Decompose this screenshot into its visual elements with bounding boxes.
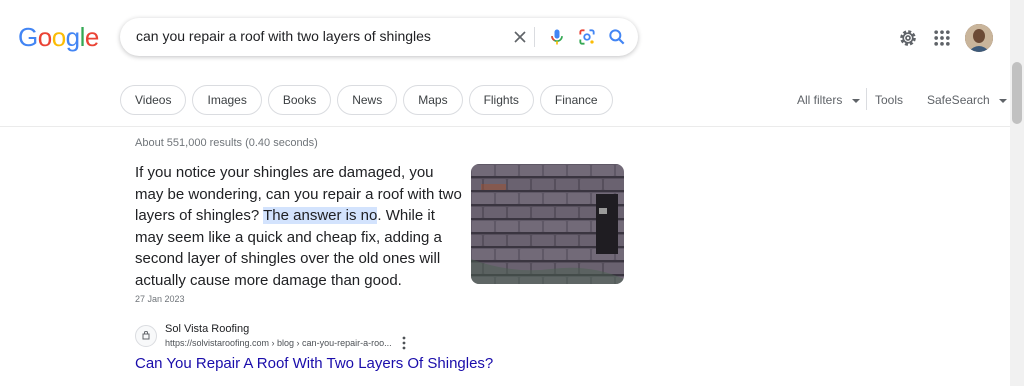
scrollbar-track[interactable] [1010,0,1024,386]
search-input[interactable]: can you repair a roof with two layers of… [136,28,431,44]
apps-grid-icon[interactable] [932,28,952,48]
safesearch-button[interactable]: SafeSearch [927,93,1008,107]
google-lens-icon[interactable] [577,27,597,47]
tools-button[interactable]: Tools [875,93,903,107]
snippet-highlight: The answer is no [263,207,378,224]
filters-divider [866,88,867,110]
caret-down-icon [851,98,860,103]
search-divider [534,27,535,47]
chip-maps[interactable]: Maps [403,85,463,115]
chip-images[interactable]: Images [192,85,262,115]
logo-letter: o [37,22,52,52]
logo-letter: g [65,22,80,52]
all-filters-button[interactable]: All filters [797,93,860,107]
microphone-icon[interactable] [547,27,567,47]
chip-finance[interactable]: Finance [539,85,613,115]
featured-snippet-text: If you notice your shingles are damaged,… [135,162,465,291]
scrollbar-thumb[interactable] [1012,62,1022,124]
all-filters-label: All filters [797,93,843,107]
header-divider [0,126,1010,127]
chip-news[interactable]: News [337,85,398,115]
chip-flights[interactable]: Flights [468,85,534,115]
globe-icon [142,331,150,340]
favicon[interactable] [135,325,157,347]
logo-letter: G [18,22,38,52]
settings-icon[interactable] [897,27,919,49]
result-stats: About 551,000 results (0.40 seconds) [135,137,318,149]
chip-videos[interactable]: Videos [120,85,187,115]
caret-down-icon [999,98,1008,103]
logo-letter: e [84,22,99,52]
search-icon[interactable] [607,27,627,47]
chip-books[interactable]: Books [267,85,332,115]
more-options-icon[interactable] [400,336,408,350]
result-title-link[interactable]: Can You Repair A Roof With Two Layers Of… [135,355,493,372]
close-icon[interactable] [510,27,530,47]
safesearch-label: SafeSearch [927,93,990,107]
snippet-image[interactable] [471,164,624,284]
google-logo[interactable]: Google [18,22,99,52]
search-box[interactable]: can you repair a roof with two layers of… [120,18,638,56]
result-site-name[interactable]: Sol Vista Roofing [165,323,249,335]
avatar[interactable] [965,24,993,52]
snippet-date: 27 Jan 2023 [135,294,185,304]
search-tabs: Videos Images Books News Maps Flights Fi… [120,85,613,115]
logo-letter: o [51,22,66,52]
result-url[interactable]: https://solvistaroofing.com › blog › can… [165,338,392,348]
